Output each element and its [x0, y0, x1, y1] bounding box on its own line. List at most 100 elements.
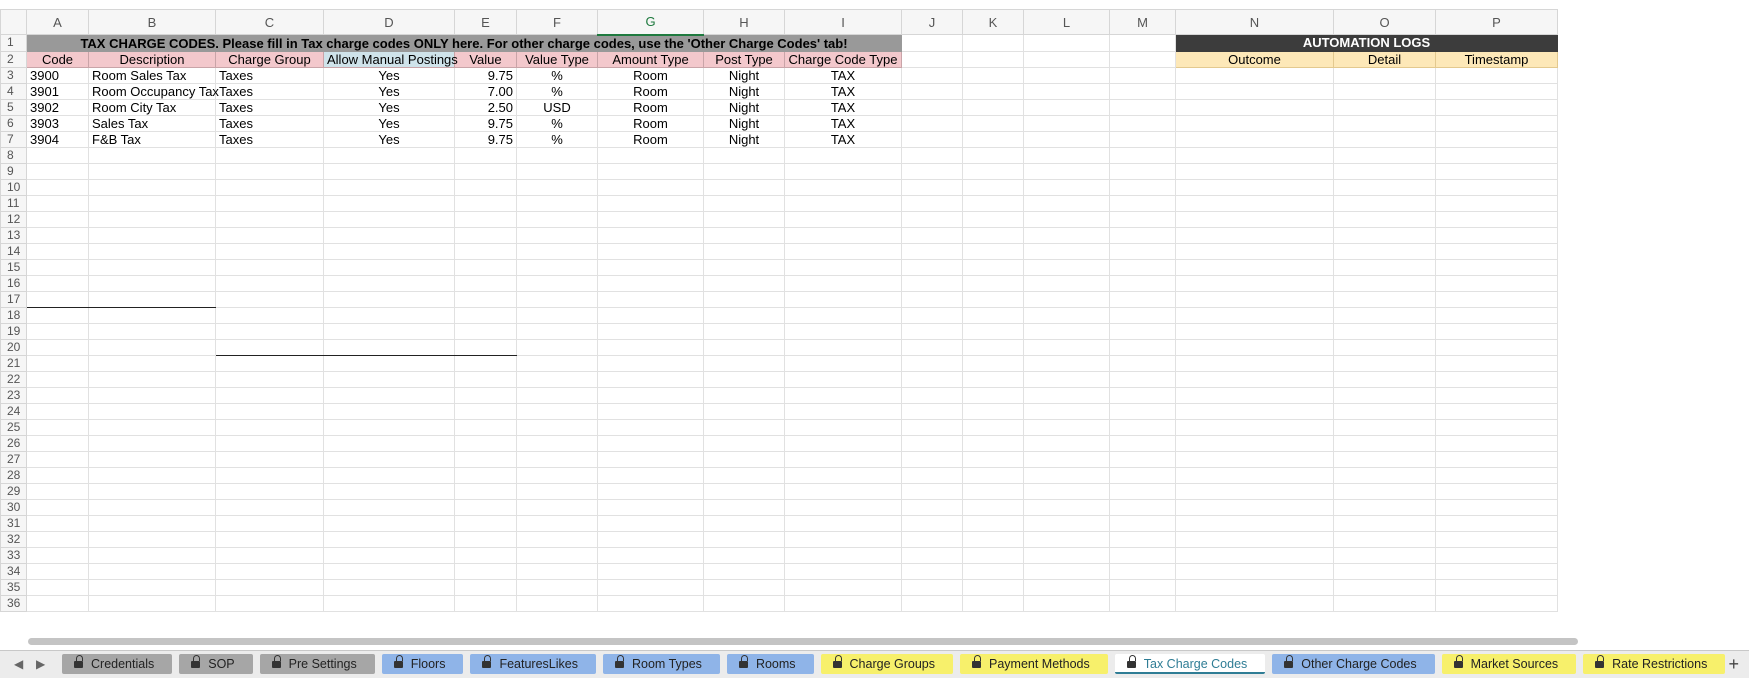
cell[interactable]	[1109, 578, 1176, 596]
cell[interactable]	[1109, 50, 1176, 68]
cell[interactable]	[784, 386, 902, 404]
cell[interactable]	[597, 338, 704, 356]
cell[interactable]	[901, 194, 963, 212]
cell[interactable]	[1175, 370, 1334, 388]
cell[interactable]	[26, 386, 89, 404]
cell[interactable]	[215, 418, 324, 436]
cell[interactable]	[1023, 306, 1110, 324]
cell[interactable]	[597, 578, 704, 596]
cell[interactable]	[962, 418, 1024, 436]
cell[interactable]	[1333, 194, 1436, 212]
cell[interactable]	[1333, 66, 1436, 84]
cell[interactable]	[901, 306, 963, 324]
cell[interactable]	[597, 434, 704, 452]
cell[interactable]	[901, 562, 963, 580]
cell[interactable]	[962, 242, 1024, 260]
data-cell[interactable]: %	[516, 114, 598, 132]
column-header[interactable]: D	[323, 9, 455, 35]
cell[interactable]	[1109, 418, 1176, 436]
cell[interactable]	[1175, 562, 1334, 580]
cell[interactable]	[1175, 114, 1334, 132]
cell[interactable]	[26, 194, 89, 212]
row-header[interactable]: 11	[0, 194, 27, 212]
cell[interactable]	[962, 146, 1024, 164]
data-cell[interactable]: Night	[703, 82, 785, 100]
column-title[interactable]: Charge Code Type	[784, 50, 902, 68]
cell[interactable]	[1175, 98, 1334, 116]
cell[interactable]	[703, 162, 785, 180]
data-cell[interactable]: 3903	[26, 114, 89, 132]
column-header[interactable]: A	[26, 9, 89, 35]
data-cell[interactable]: Taxes	[215, 114, 324, 132]
cell[interactable]	[962, 98, 1024, 116]
column-header[interactable]: I	[784, 9, 902, 35]
cell[interactable]	[784, 354, 902, 372]
cell[interactable]	[26, 210, 89, 228]
data-cell[interactable]: Taxes	[215, 82, 324, 100]
cell[interactable]	[1175, 66, 1334, 84]
cell[interactable]	[516, 274, 598, 292]
cell[interactable]	[901, 498, 963, 516]
cell[interactable]	[1175, 402, 1334, 420]
cell[interactable]	[1175, 130, 1334, 148]
data-cell[interactable]: %	[516, 130, 598, 148]
cell[interactable]	[597, 210, 704, 228]
cell[interactable]	[516, 210, 598, 228]
row-header[interactable]: 3	[0, 66, 27, 84]
data-cell[interactable]: TAX	[784, 66, 902, 84]
cell[interactable]	[1333, 450, 1436, 468]
cell[interactable]	[215, 578, 324, 596]
cell[interactable]	[1435, 418, 1558, 436]
cell[interactable]	[215, 482, 324, 500]
cell[interactable]	[88, 258, 216, 276]
data-cell[interactable]: 9.75	[454, 114, 517, 132]
cell[interactable]	[703, 306, 785, 324]
sheet-tab[interactable]: Market Sources	[1441, 654, 1577, 674]
cell[interactable]	[1023, 434, 1110, 452]
cell[interactable]	[516, 482, 598, 500]
cell[interactable]	[597, 194, 704, 212]
cell[interactable]	[1333, 498, 1436, 516]
cell[interactable]	[215, 434, 324, 452]
cell[interactable]	[962, 274, 1024, 292]
cell[interactable]	[784, 322, 902, 340]
cell[interactable]	[1109, 594, 1176, 612]
cell[interactable]	[784, 146, 902, 164]
cell[interactable]	[901, 178, 963, 196]
cell[interactable]	[1023, 530, 1110, 548]
cell[interactable]	[323, 514, 455, 532]
cell[interactable]	[901, 450, 963, 468]
cell[interactable]	[1109, 562, 1176, 580]
cell[interactable]	[703, 178, 785, 196]
cell[interactable]	[1023, 130, 1110, 148]
data-cell[interactable]: 7.00	[454, 82, 517, 100]
cell[interactable]	[1435, 530, 1558, 548]
cell[interactable]	[1023, 50, 1110, 68]
cell[interactable]	[1109, 546, 1176, 564]
cell[interactable]	[26, 162, 89, 180]
cell[interactable]	[1109, 194, 1176, 212]
cell[interactable]	[1333, 386, 1436, 404]
cell[interactable]	[323, 338, 455, 356]
cell[interactable]	[1333, 546, 1436, 564]
cell[interactable]	[784, 338, 902, 356]
horizontal-scrollbar[interactable]	[28, 637, 1728, 646]
cell[interactable]	[1333, 130, 1436, 148]
cell[interactable]	[1333, 210, 1436, 228]
cell[interactable]	[1175, 386, 1334, 404]
cell[interactable]	[1435, 514, 1558, 532]
cell[interactable]	[88, 338, 216, 356]
cell[interactable]	[323, 370, 455, 388]
cell[interactable]	[1109, 82, 1176, 100]
cell[interactable]	[784, 498, 902, 516]
cell[interactable]	[901, 370, 963, 388]
cell[interactable]	[323, 274, 455, 292]
cell[interactable]	[703, 482, 785, 500]
cell[interactable]	[703, 514, 785, 532]
cell[interactable]	[1023, 498, 1110, 516]
sheet-tab[interactable]: Room Types	[602, 654, 720, 674]
cell[interactable]	[1109, 258, 1176, 276]
cell[interactable]	[323, 498, 455, 516]
cell[interactable]	[1435, 578, 1558, 596]
cell[interactable]	[1109, 162, 1176, 180]
